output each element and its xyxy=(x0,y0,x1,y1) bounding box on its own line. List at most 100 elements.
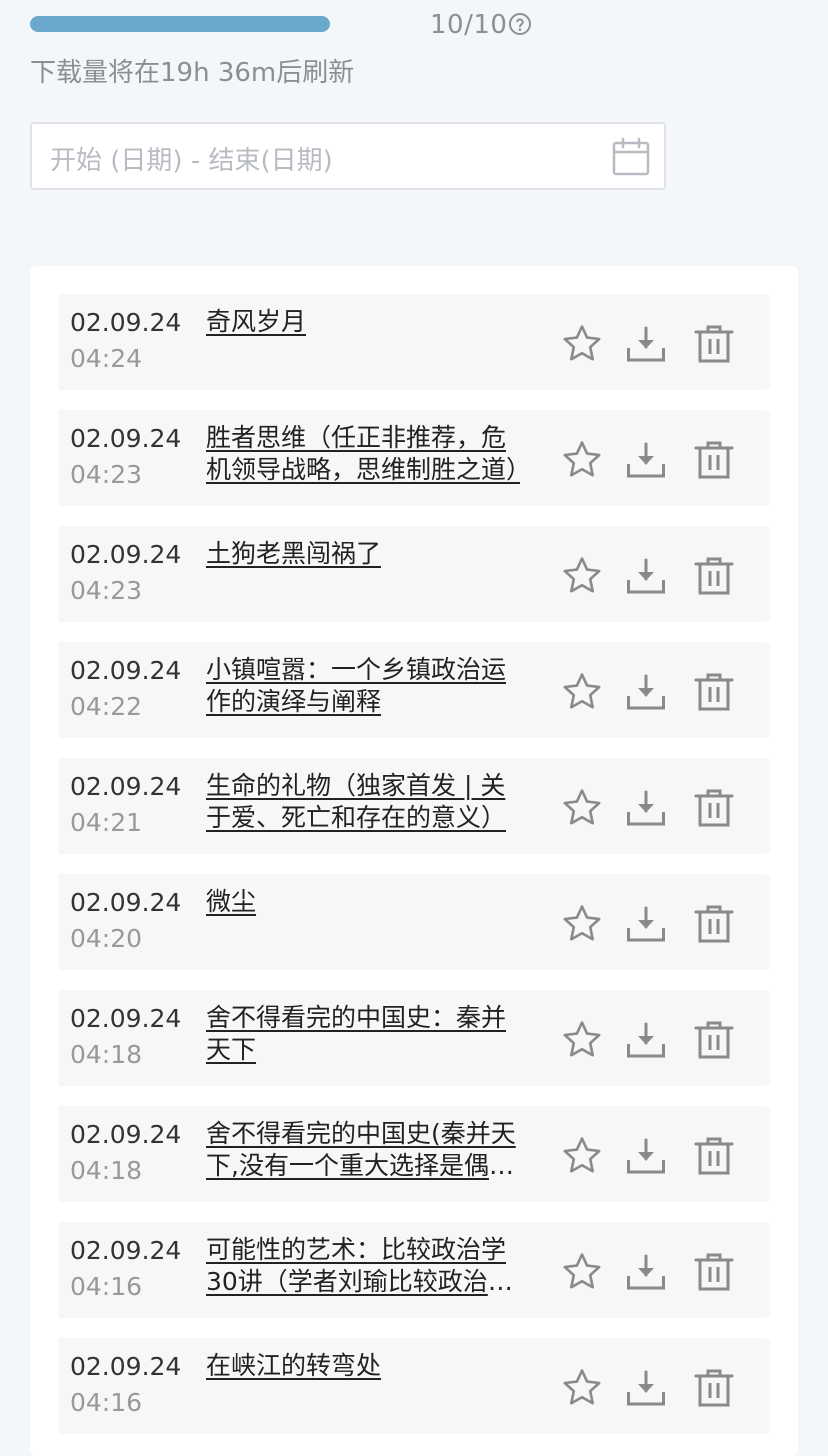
item-date: 02.09.24 xyxy=(70,888,182,917)
download-tray-icon xyxy=(627,1254,665,1290)
list-item: 02.09.24 04:24 奇风岁月 xyxy=(58,294,770,390)
favorite-button[interactable] xyxy=(560,322,604,366)
item-title-link[interactable]: 奇风岁月 xyxy=(206,306,520,338)
delete-button[interactable] xyxy=(692,1250,736,1294)
download-tray-icon xyxy=(627,1022,665,1058)
list-item: 02.09.24 04:16 可能性的艺术：比较政治学30讲（学者刘瑜比较政治学… xyxy=(58,1222,770,1318)
item-title-link[interactable]: 胜者思维（任正非推荐，危机领导战略，思维制胜之道） xyxy=(206,422,520,486)
item-title-link[interactable]: 生命的礼物（独家首发 | 关于爱、死亡和存在的意义） xyxy=(206,770,520,834)
list-item: 02.09.24 04:23 胜者思维（任正非推荐，危机领导战略，思维制胜之道） xyxy=(58,410,770,506)
trash-can-icon xyxy=(694,905,734,943)
quota-progress-fill xyxy=(30,16,330,32)
item-date: 02.09.24 xyxy=(70,424,182,453)
item-title-link[interactable]: 可能性的艺术：比较政治学30讲（学者刘瑜比较政治学力作） xyxy=(206,1234,520,1298)
download-tray-icon xyxy=(627,558,665,594)
download-button[interactable] xyxy=(624,554,668,598)
trash-can-icon xyxy=(694,1137,734,1175)
trash-can-icon xyxy=(694,1369,734,1407)
list-item: 02.09.24 04:21 生命的礼物（独家首发 | 关于爱、死亡和存在的意义… xyxy=(58,758,770,854)
download-button[interactable] xyxy=(624,670,668,714)
trash-can-icon xyxy=(694,441,734,479)
calendar-icon[interactable] xyxy=(610,136,652,178)
item-date: 02.09.24 xyxy=(70,308,182,337)
item-time: 04:16 xyxy=(70,1272,143,1301)
delete-button[interactable] xyxy=(692,670,736,714)
favorite-button[interactable] xyxy=(560,1250,604,1294)
delete-button[interactable] xyxy=(692,554,736,598)
delete-button[interactable] xyxy=(692,1366,736,1410)
trash-can-icon xyxy=(694,789,734,827)
item-time: 04:24 xyxy=(70,344,143,373)
quota-refresh-note: 下载量将在19h 36m后刷新 xyxy=(30,58,355,88)
quota-count: 10/10 xyxy=(430,10,508,40)
download-button[interactable] xyxy=(624,902,668,946)
item-date: 02.09.24 xyxy=(70,1120,182,1149)
delete-button[interactable] xyxy=(692,902,736,946)
date-range-picker[interactable]: 开始 (日期) - 结束(日期) xyxy=(30,122,666,190)
favorite-button[interactable] xyxy=(560,438,604,482)
star-outline-icon xyxy=(563,1137,601,1173)
item-title-link[interactable]: 舍不得看完的中国史(秦并天下,没有一个重大选择是偶然的) xyxy=(206,1118,520,1182)
item-time: 04:16 xyxy=(70,1388,143,1417)
download-button[interactable] xyxy=(624,322,668,366)
favorite-button[interactable] xyxy=(560,554,604,598)
list-item: 02.09.24 04:22 小镇喧嚣：一个乡镇政治运作的演绎与阐释 xyxy=(58,642,770,738)
download-button[interactable] xyxy=(624,1134,668,1178)
delete-button[interactable] xyxy=(692,438,736,482)
star-outline-icon xyxy=(563,557,601,593)
star-outline-icon xyxy=(563,441,601,477)
list-item: 02.09.24 04:23 土狗老黑闯祸了 xyxy=(58,526,770,622)
trash-can-icon xyxy=(694,557,734,595)
list-item: 02.09.24 04:20 微尘 xyxy=(58,874,770,970)
item-title-link[interactable]: 土狗老黑闯祸了 xyxy=(206,538,520,570)
item-title-link[interactable]: 小镇喧嚣：一个乡镇政治运作的演绎与阐释 xyxy=(206,654,520,718)
star-outline-icon xyxy=(563,673,601,709)
star-outline-icon xyxy=(563,1369,601,1405)
star-outline-icon xyxy=(563,1021,601,1057)
trash-can-icon xyxy=(694,1253,734,1291)
download-button[interactable] xyxy=(624,786,668,830)
favorite-button[interactable] xyxy=(560,1366,604,1410)
download-tray-icon xyxy=(627,1138,665,1174)
download-button[interactable] xyxy=(624,1366,668,1410)
item-title-link[interactable]: 在峡江的转弯处 xyxy=(206,1350,520,1382)
list-item: 02.09.24 04:18 舍不得看完的中国史：秦并天下 xyxy=(58,990,770,1086)
item-date: 02.09.24 xyxy=(70,1004,182,1033)
favorite-button[interactable] xyxy=(560,902,604,946)
item-date: 02.09.24 xyxy=(70,1352,182,1381)
favorite-button[interactable] xyxy=(560,1018,604,1062)
item-date: 02.09.24 xyxy=(70,540,182,569)
download-button[interactable] xyxy=(624,438,668,482)
trash-can-icon xyxy=(694,673,734,711)
star-outline-icon xyxy=(563,1253,601,1289)
download-button[interactable] xyxy=(624,1250,668,1294)
item-date: 02.09.24 xyxy=(70,772,182,801)
download-tray-icon xyxy=(627,326,665,362)
delete-button[interactable] xyxy=(692,786,736,830)
item-title-link[interactable]: 微尘 xyxy=(206,886,520,918)
download-tray-icon xyxy=(627,674,665,710)
item-date: 02.09.24 xyxy=(70,656,182,685)
delete-button[interactable] xyxy=(692,1134,736,1178)
item-title-link[interactable]: 舍不得看完的中国史：秦并天下 xyxy=(206,1002,520,1066)
trash-can-icon xyxy=(694,1021,734,1059)
download-tray-icon xyxy=(627,790,665,826)
item-date: 02.09.24 xyxy=(70,1236,182,1265)
item-time: 04:20 xyxy=(70,924,143,953)
trash-can-icon xyxy=(694,325,734,363)
list-item: 02.09.24 04:16 在峡江的转弯处 xyxy=(58,1338,770,1434)
favorite-button[interactable] xyxy=(560,670,604,714)
date-range-placeholder: 开始 (日期) - 结束(日期) xyxy=(50,146,333,176)
question-circle-icon[interactable] xyxy=(508,12,532,36)
download-button[interactable] xyxy=(624,1018,668,1062)
favorite-button[interactable] xyxy=(560,786,604,830)
list-item: 02.09.24 04:18 舍不得看完的中国史(秦并天下,没有一个重大选择是偶… xyxy=(58,1106,770,1202)
favorite-button[interactable] xyxy=(560,1134,604,1178)
delete-button[interactable] xyxy=(692,322,736,366)
star-outline-icon xyxy=(563,789,601,825)
download-tray-icon xyxy=(627,442,665,478)
delete-button[interactable] xyxy=(692,1018,736,1062)
download-tray-icon xyxy=(627,906,665,942)
quota-progress-bar xyxy=(30,16,330,32)
download-quota: 10/10 xyxy=(30,10,550,40)
